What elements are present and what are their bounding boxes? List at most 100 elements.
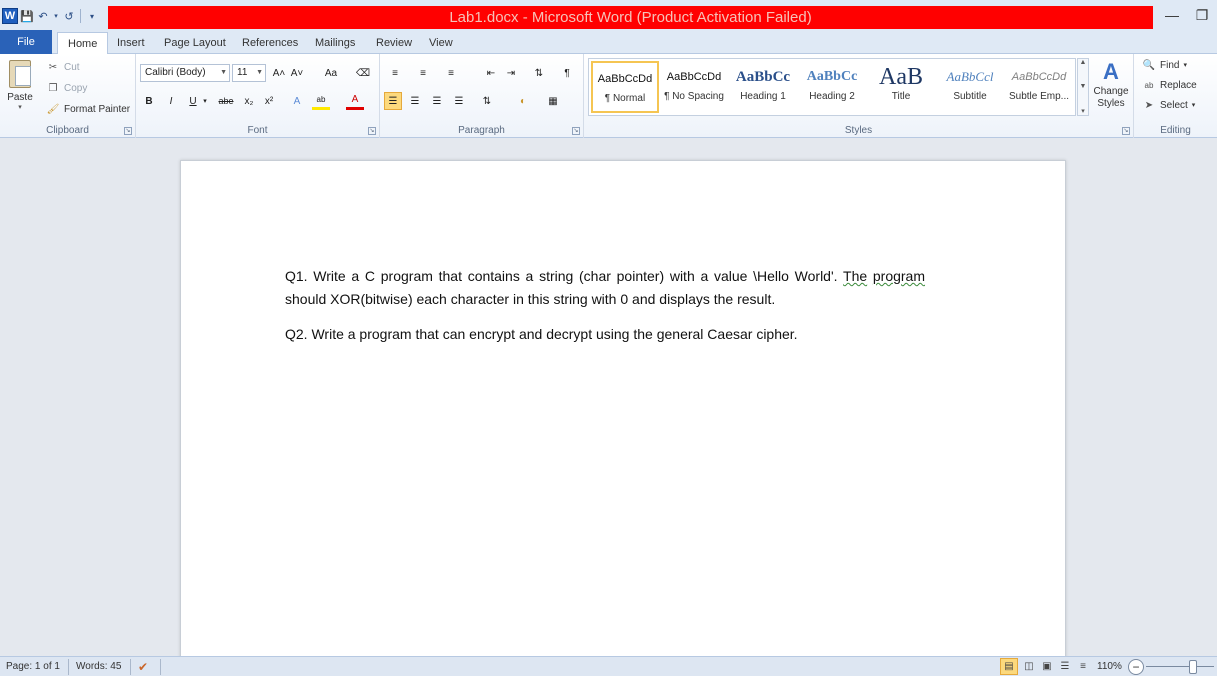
font-family-value: Calibri (Body)	[145, 67, 206, 78]
grammar-flag-word[interactable]: program	[873, 268, 925, 284]
select-button[interactable]: ➤ Select ▾	[1142, 96, 1196, 114]
zoom-slider[interactable]	[1146, 666, 1214, 667]
bold-button[interactable]: B	[140, 92, 158, 110]
line-spacing-icon[interactable]: ⇅	[478, 92, 496, 110]
align-left-icon[interactable]: ☰	[384, 92, 402, 110]
font-size-dropdown-icon[interactable]: ▼	[256, 65, 263, 81]
window-controls: — ❐	[1157, 4, 1217, 26]
draft-view-icon[interactable]: ≡	[1074, 658, 1092, 675]
style-no-spacing[interactable]: AaBbCcDd ¶ No Spacing	[660, 61, 728, 113]
increase-indent-icon[interactable]: ⇥	[502, 64, 520, 82]
clear-formatting-icon[interactable]: ⌫	[354, 64, 372, 82]
style-heading-2[interactable]: AaBbCc Heading 2	[798, 61, 866, 113]
save-icon[interactable]: 💾	[20, 9, 34, 23]
qat-separator	[80, 9, 81, 23]
style-title[interactable]: AaB Title	[867, 61, 935, 113]
redo-icon[interactable]: ↺	[62, 9, 76, 23]
undo-icon[interactable]: ↶	[36, 9, 50, 23]
replace-button[interactable]: ab Replace	[1142, 76, 1197, 94]
styles-launcher-icon[interactable]: ↘	[1122, 127, 1130, 135]
styles-gallery-scroll[interactable]: ▲ ▼ ▾	[1077, 58, 1089, 116]
change-styles-button[interactable]: A Change Styles	[1092, 58, 1130, 120]
print-layout-view-icon[interactable]: ▤	[1000, 658, 1018, 675]
font-color-icon[interactable]: A	[346, 92, 364, 110]
proofing-icon[interactable]: ✔	[138, 660, 148, 674]
minimize-button[interactable]: —	[1157, 4, 1187, 26]
text-effects-icon[interactable]: A	[288, 92, 306, 110]
outline-view-icon[interactable]: ☰	[1056, 658, 1074, 675]
style-heading-1[interactable]: AaBbCc Heading 1	[729, 61, 797, 113]
gallery-more-icon[interactable]: ▾	[1081, 107, 1085, 115]
format-painter-button[interactable]: 🖌 Format Painter	[46, 100, 131, 118]
shrink-font-button[interactable]: A˅	[288, 64, 306, 82]
font-family-combo[interactable]: Calibri (Body) ▼	[140, 64, 230, 82]
tab-page-layout[interactable]: Page Layout	[154, 32, 236, 54]
align-center-icon[interactable]: ☰	[406, 92, 424, 110]
q1-text-end: should XOR(bitwise) each character in th…	[285, 291, 776, 307]
web-layout-view-icon[interactable]: ▣	[1038, 658, 1056, 675]
undo-dropdown-icon[interactable]: ▾	[52, 9, 60, 23]
strikethrough-button[interactable]: abe	[214, 92, 238, 110]
grammar-flag-word[interactable]: The	[843, 268, 867, 284]
style-subtle-emphasis[interactable]: AaBbCcDd Subtle Emp...	[1005, 61, 1073, 113]
find-dropdown-icon[interactable]: ▾	[1183, 61, 1187, 69]
tab-view[interactable]: View	[419, 32, 463, 54]
multilevel-list-icon[interactable]: ≡	[442, 64, 460, 82]
scroll-down-icon[interactable]: ▼	[1080, 83, 1087, 90]
bullets-icon[interactable]: ≡	[386, 64, 404, 82]
zoom-slider-thumb[interactable]	[1189, 660, 1197, 674]
shading-icon[interactable]: ◐	[514, 92, 532, 110]
highlight-color-icon[interactable]: ab	[312, 92, 330, 110]
tab-references[interactable]: References	[232, 32, 308, 54]
cut-button[interactable]: ✂ Cut	[46, 58, 80, 76]
document-area[interactable]: Q1. Write a C program that contains a st…	[0, 138, 1217, 660]
justify-icon[interactable]: ☰	[450, 92, 468, 110]
scroll-up-icon[interactable]: ▲	[1080, 59, 1087, 66]
underline-dropdown-icon[interactable]: ▾	[200, 92, 210, 110]
question-2-paragraph[interactable]: Q2. Write a program that can encrypt and…	[285, 323, 798, 346]
zoom-level[interactable]: 110%	[1097, 660, 1122, 674]
document-page[interactable]: Q1. Write a C program that contains a st…	[180, 160, 1066, 660]
paragraph-launcher-icon[interactable]: ↘	[572, 127, 580, 135]
zoom-out-icon[interactable]: −	[1128, 659, 1144, 675]
numbering-icon[interactable]: ≡	[414, 64, 432, 82]
find-button[interactable]: 🔍 Find ▾	[1142, 56, 1187, 74]
style-subtitle[interactable]: AaBbCcl Subtitle	[936, 61, 1004, 113]
clipboard-launcher-icon[interactable]: ↘	[124, 127, 132, 135]
select-dropdown-icon[interactable]: ▾	[1192, 101, 1196, 109]
word-app-icon[interactable]: W	[2, 8, 18, 24]
tab-mailings[interactable]: Mailings	[305, 32, 365, 54]
tab-insert[interactable]: Insert	[107, 32, 155, 54]
page-count[interactable]: Page: 1 of 1	[6, 660, 60, 674]
style-preview: AaBbCc	[806, 69, 858, 84]
full-screen-reading-view-icon[interactable]: ◫	[1020, 658, 1038, 675]
paste-dropdown-icon[interactable]: ▾	[4, 103, 36, 111]
restore-button[interactable]: ❐	[1187, 4, 1217, 26]
tab-file[interactable]: File	[0, 30, 52, 54]
change-case-button[interactable]: Aa	[318, 64, 344, 82]
copy-button[interactable]: ❐ Copy	[46, 79, 88, 97]
style-normal[interactable]: AaBbCcDd ¶ Normal	[591, 61, 659, 113]
font-launcher-icon[interactable]: ↘	[368, 127, 376, 135]
show-formatting-button[interactable]: ¶	[558, 64, 576, 82]
question-1-paragraph[interactable]: Q1. Write a C program that contains a st…	[285, 265, 925, 311]
grow-font-button[interactable]: A˄	[270, 64, 288, 82]
font-family-dropdown-icon[interactable]: ▼	[220, 65, 227, 81]
font-size-combo[interactable]: 11 ▼	[232, 64, 266, 82]
sort-icon[interactable]: ⇅	[530, 64, 548, 82]
paste-button[interactable]: Paste ▾	[4, 58, 36, 116]
borders-icon[interactable]: ▦	[544, 92, 562, 110]
style-name: Heading 1	[740, 91, 786, 102]
superscript-button[interactable]: x²	[260, 92, 278, 110]
editing-group-label: Editing	[1160, 125, 1191, 136]
align-right-icon[interactable]: ☰	[428, 92, 446, 110]
subscript-button[interactable]: x₂	[240, 92, 258, 110]
tab-review[interactable]: Review	[366, 32, 422, 54]
decrease-indent-icon[interactable]: ⇤	[482, 64, 500, 82]
word-count[interactable]: Words: 45	[76, 660, 121, 674]
replace-icon: ab	[1144, 80, 1154, 90]
tab-home[interactable]: Home	[57, 32, 109, 55]
status-separator	[130, 659, 131, 675]
italic-button[interactable]: I	[162, 92, 180, 110]
customize-qat-icon[interactable]: ▾	[85, 9, 99, 23]
